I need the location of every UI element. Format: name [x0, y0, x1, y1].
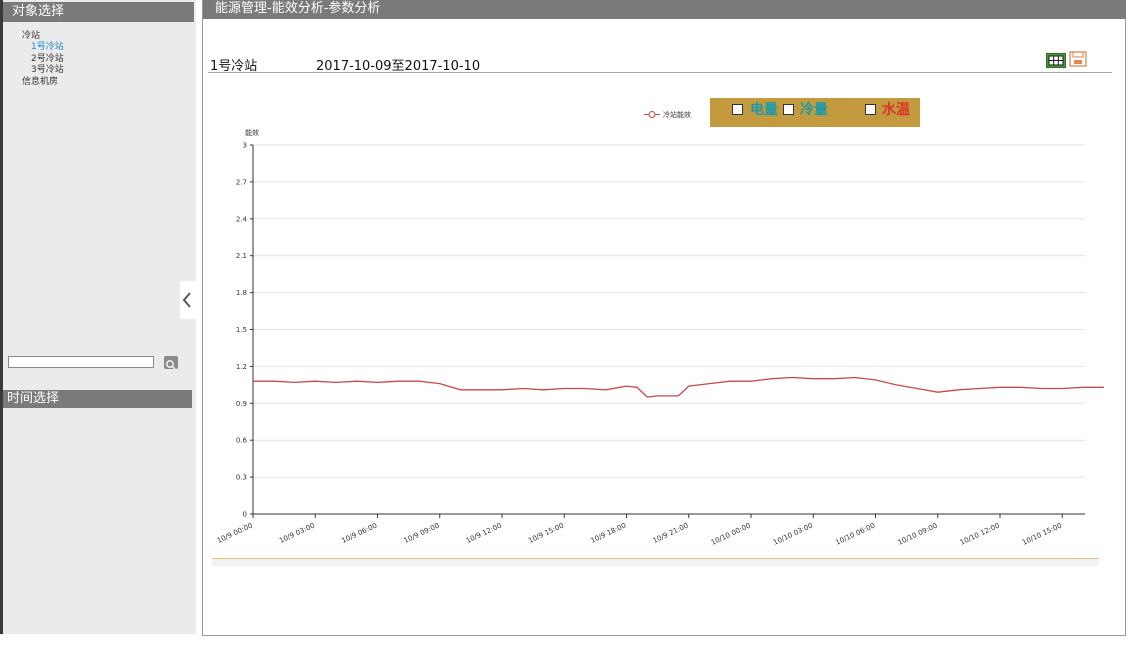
cooling-label[interactable]: 冷量 — [800, 101, 828, 119]
x-tick-label: 10/9 15:00 — [527, 522, 565, 545]
legend-marker — [648, 111, 656, 118]
series-filter-box: 电量 冷量 水温 — [710, 98, 920, 127]
tree-item-cooling-station[interactable]: 冷站 — [22, 31, 40, 42]
x-tick-label: 10/10 03:00 — [772, 522, 814, 547]
table-view-button[interactable] — [1046, 53, 1066, 68]
object-sidebar — [0, 0, 196, 634]
x-tick-label: 10/9 00:00 — [216, 522, 254, 545]
y-axis-ticks: 0 0.3 0.6 0.9 1.2 1.5 1.8 2.1 2.4 2.7 3 — [236, 142, 253, 519]
x-tick-label: 10/10 09:00 — [897, 522, 939, 547]
chevron-left-icon — [182, 292, 191, 308]
electricity-checkbox[interactable] — [732, 104, 743, 115]
x-tick-label: 10/10 06:00 — [834, 522, 876, 547]
legend-label: 冷站能效 — [663, 110, 691, 119]
title-divider — [208, 72, 1112, 73]
tree-item-station-2[interactable]: 2号冷站 — [31, 54, 64, 65]
x-tick-label: 10/9 09:00 — [403, 522, 441, 545]
x-tick-label: 10/9 12:00 — [465, 522, 503, 545]
y-tick-label: 1.8 — [236, 289, 247, 297]
y-tick-label: 0.3 — [236, 474, 247, 482]
chart-grid — [253, 144, 1085, 478]
sidebar-edge — [0, 0, 3, 634]
tree-item-station-3[interactable]: 3号冷站 — [31, 65, 64, 76]
y-tick-label: 3 — [243, 142, 247, 150]
water-temp-label[interactable]: 水温 — [882, 101, 910, 119]
series-line[interactable] — [253, 376, 1104, 398]
x-tick-label: 10/9 06:00 — [340, 522, 378, 545]
y-tick-label: 1.5 — [236, 326, 247, 334]
tree-item-info-room[interactable]: 信息机房 — [22, 77, 58, 88]
legend[interactable]: 冷站能效 — [644, 110, 691, 119]
y-tick-label: 0.6 — [236, 437, 248, 445]
y-tick-label: 1.2 — [236, 363, 247, 371]
save-icon — [1069, 51, 1087, 67]
cooling-checkbox[interactable] — [783, 104, 794, 115]
chart-scroll-bar[interactable] — [212, 558, 1099, 566]
search-input[interactable] — [8, 356, 154, 368]
collapse-sidebar-button[interactable] — [180, 281, 196, 319]
x-tick-label: 10/9 03:00 — [278, 522, 316, 545]
water-temp-checkbox[interactable] — [865, 104, 876, 115]
y-tick-label: 0.9 — [236, 400, 247, 408]
x-tick-label: 10/10 12:00 — [959, 522, 1001, 547]
tree-item-station-1[interactable]: 1号冷站 — [31, 42, 64, 53]
search-icon — [166, 360, 176, 370]
y-tick-label: 2.1 — [236, 252, 247, 260]
object-select-header: 对象选择 — [3, 2, 194, 22]
save-button[interactable] — [1069, 51, 1087, 67]
y-tick-label: 2.7 — [236, 178, 247, 186]
x-axis-ticks: 10/9 00:00 10/9 03:00 10/9 06:00 10/9 09:00… — [216, 514, 1063, 547]
table-icon — [1046, 53, 1066, 68]
y-axis-label: 能效 — [245, 128, 259, 137]
x-tick-label: 10/9 18:00 — [589, 522, 627, 545]
efficiency-chart: 0 0.3 0.6 0.9 1.2 1.5 1.8 2.1 2.4 2.7 3 10/9 00:00… — [216, 110, 1104, 547]
x-tick-label: 10/10 15:00 — [1021, 522, 1063, 547]
search-button[interactable] — [164, 356, 178, 370]
x-tick-label: 10/9 21:00 — [652, 522, 690, 545]
series-group — [253, 376, 1104, 398]
page-title: 能源管理-能效分析-参数分析 — [203, 0, 1126, 19]
electricity-label[interactable]: 电量 — [750, 101, 778, 119]
time-select-header: 时间选择 — [3, 390, 192, 408]
y-tick-label: 2.4 — [236, 215, 248, 223]
y-tick-label: 0 — [243, 511, 247, 519]
x-tick-label: 10/10 00:00 — [710, 522, 752, 547]
